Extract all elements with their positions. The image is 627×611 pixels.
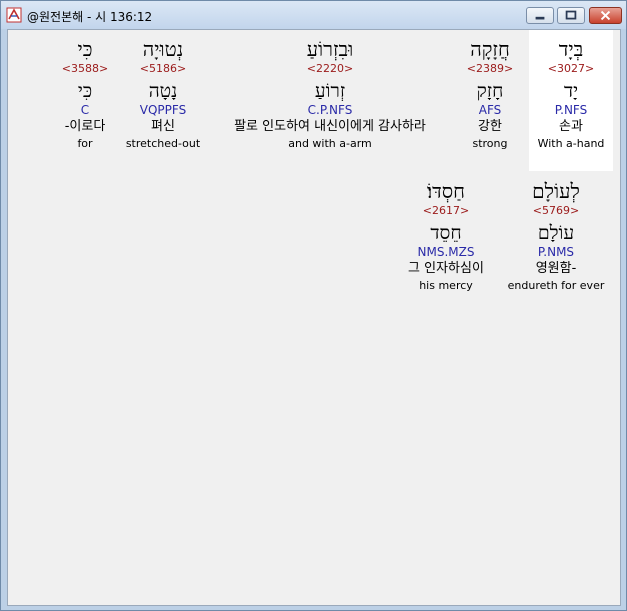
english-gloss: With a-hand xyxy=(537,137,605,150)
english-gloss: for xyxy=(77,137,93,150)
minimize-button[interactable] xyxy=(526,7,554,24)
lemma-word: נָטָה xyxy=(148,80,178,102)
close-button[interactable] xyxy=(589,7,622,24)
hebrew-word: חַסְדּוֹ׃ xyxy=(427,179,465,203)
morphology-code: P.NFS xyxy=(554,103,588,117)
word-cell[interactable]: נְטוּיָה <5186> נָטָה VQPPFS 펴신 stretche… xyxy=(118,30,208,171)
hebrew-word: בְּיָד xyxy=(558,37,584,61)
morphology-code: C xyxy=(80,103,90,117)
korean-gloss: -이로다 xyxy=(64,119,106,134)
word-cell[interactable]: חֲזָקָה <2389> חָזָק AFS 강한 strong xyxy=(452,30,528,171)
lemma-word: חָזָק xyxy=(476,80,504,102)
english-gloss: and with a-arm xyxy=(288,137,372,150)
korean-gloss: 팔로 인도하여 내신이에게 감사하라 xyxy=(234,119,426,134)
word-cell[interactable]: לְעוֹלָם <5769> עוֹלָם P.NMS 영원함- endure… xyxy=(504,172,608,313)
word-cell[interactable]: חַסְדּוֹ׃ <2617> חֵסֵד NMS.MZS 그 인자하심이 h… xyxy=(396,172,496,313)
morphology-code: AFS xyxy=(478,103,502,117)
window-title: @원전본해 - 시 136:12 xyxy=(27,10,153,24)
hebrew-word: נְטוּיָה xyxy=(142,37,184,61)
korean-gloss: 펴신 xyxy=(151,119,175,134)
maximize-button[interactable] xyxy=(557,7,585,24)
hebrew-word: חֲזָקָה xyxy=(470,37,510,61)
lemma-word: יָד xyxy=(563,80,579,102)
english-gloss: stretched-out xyxy=(125,137,201,150)
word-cell[interactable]: וּבִזְרוֹעַ <2220> זְרוֹעַ C.P.NFS 팔로 인도… xyxy=(208,30,452,171)
morphology-code: C.P.NFS xyxy=(307,103,353,117)
word-cell[interactable]: בְּיָד <3027> יָד P.NFS 손과 With a-hand xyxy=(529,30,613,171)
lemma-word: חֵסֵד xyxy=(430,222,462,244)
strong-number-link[interactable]: <3588> xyxy=(52,62,118,78)
english-gloss: his mercy xyxy=(419,279,473,292)
lemma-word: זְרוֹעַ xyxy=(314,80,346,102)
close-icon xyxy=(600,10,611,21)
korean-gloss: 손과 xyxy=(559,119,583,134)
app-icon xyxy=(6,7,22,23)
strong-number-link[interactable]: <3027> xyxy=(529,62,613,78)
strong-number-link[interactable]: <2389> xyxy=(452,62,528,78)
korean-gloss: 영원함- xyxy=(535,261,577,276)
hebrew-word: לְעוֹלָם xyxy=(532,179,580,203)
morphology-code: P.NMS xyxy=(537,245,575,259)
interlinear-panel: בְּיָד <3027> יָד P.NFS 손과 With a-hand ח… xyxy=(7,29,621,606)
hebrew-word: וּבִזְרוֹעַ xyxy=(306,37,354,61)
word-cell[interactable]: כִּי <3588> כִּי C -이로다 for xyxy=(52,30,118,171)
strong-number-link[interactable]: <5186> xyxy=(118,62,208,78)
app-window: @원전본해 - 시 136:12 בְּיָד <3027> יָד P.NFS… xyxy=(0,0,627,611)
english-gloss: endureth for ever xyxy=(507,279,605,292)
hebrew-word: כִּי xyxy=(77,37,93,61)
morphology-code: VQPPFS xyxy=(139,103,187,117)
title-bar[interactable]: @원전본해 - 시 136:12 xyxy=(1,1,626,29)
lemma-word: עוֹלָם xyxy=(537,222,575,244)
english-gloss: strong xyxy=(472,137,508,150)
maximize-icon xyxy=(565,10,577,20)
strong-number-link[interactable]: <5769> xyxy=(504,204,608,220)
korean-gloss: 그 인자하심이 xyxy=(408,261,484,276)
lemma-word: כִּי xyxy=(77,80,93,102)
strong-number-link[interactable]: <2220> xyxy=(208,62,452,78)
strong-number-link[interactable]: <2617> xyxy=(396,204,496,220)
minimize-icon xyxy=(535,16,545,20)
korean-gloss: 강한 xyxy=(478,119,502,134)
morphology-code: NMS.MZS xyxy=(417,245,475,259)
